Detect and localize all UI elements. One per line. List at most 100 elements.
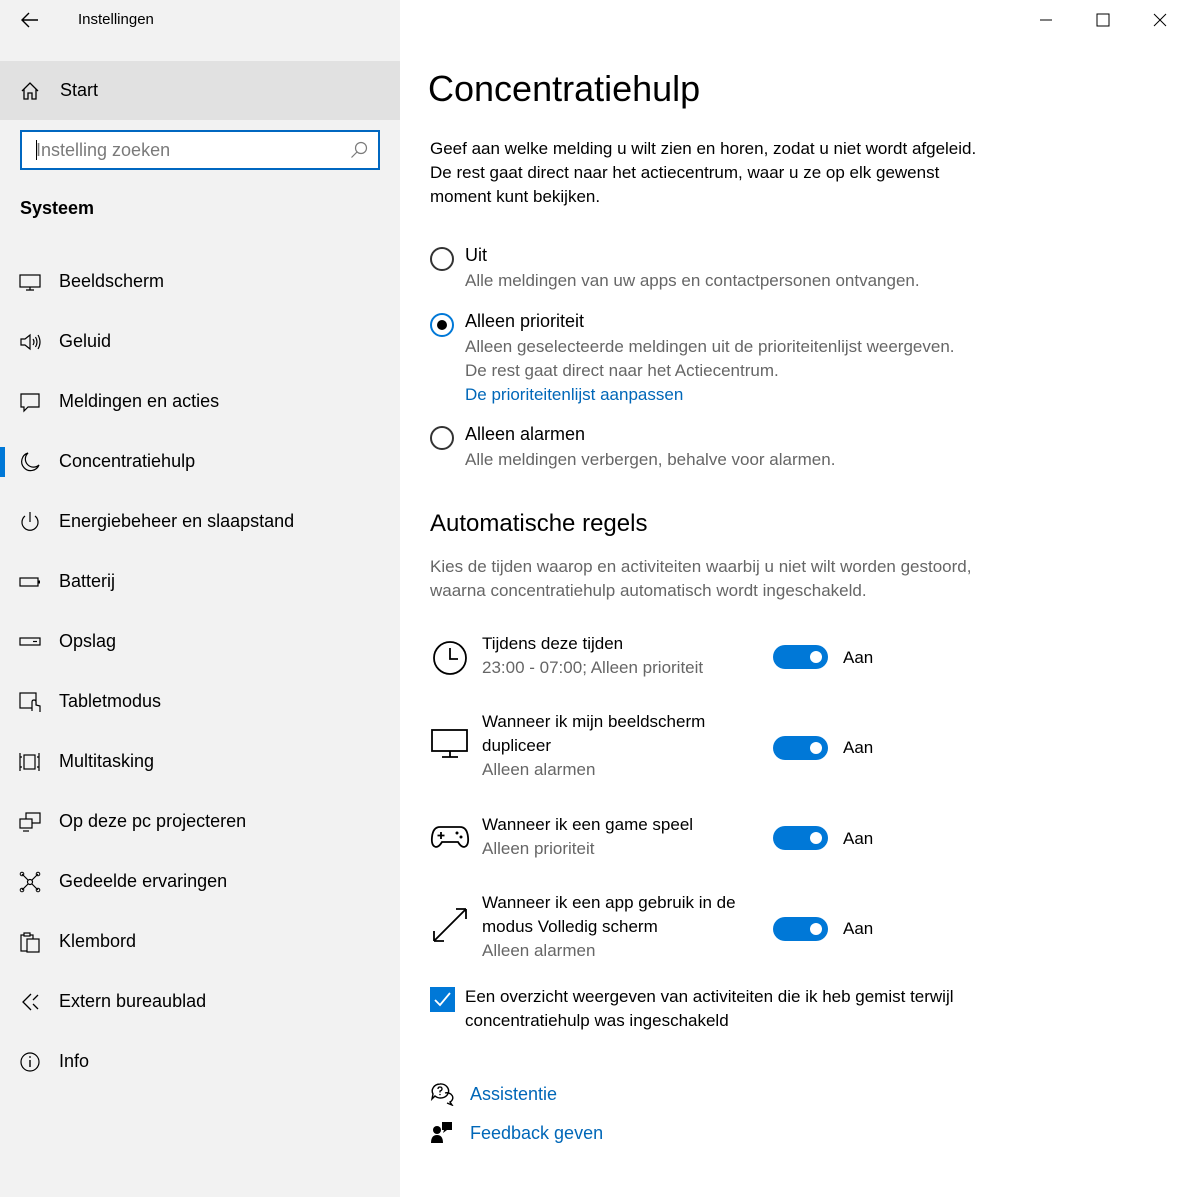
toggle-state-label: Aan: [843, 738, 874, 757]
rule-title: Wanneer ik een game speel: [482, 815, 694, 834]
sidebar-item-gedeelde-ervaringen[interactable]: Gedeelde ervaringen: [0, 852, 400, 912]
rule-row-gaming[interactable]: Wanneer ik een game speel Alleen priorit…: [430, 813, 1170, 863]
sidebar-item-multitasking[interactable]: Multitasking: [0, 732, 400, 792]
rule-subtitle: Alleen alarmen: [482, 941, 596, 960]
feedback-link-label: Feedback geven: [470, 1123, 604, 1143]
tablet-icon: [19, 692, 41, 712]
rule-subtitle: Alleen alarmen: [482, 760, 596, 779]
sidebar-item-label: Extern bureaublad: [59, 991, 207, 1011]
radio-label: Alleen prioriteit: [465, 311, 585, 331]
rules-heading: Automatische regels: [430, 510, 648, 537]
active-indicator: [0, 447, 5, 477]
toggle-state-label: Aan: [843, 829, 874, 848]
search-input[interactable]: [22, 132, 356, 168]
multitasking-icon: [19, 753, 40, 771]
speaker-icon: [20, 333, 41, 351]
help-link-label: Assistentie: [470, 1084, 558, 1104]
radio-description-line2: De rest gaat direct naar het Actiecentru…: [465, 361, 779, 380]
home-nav-item[interactable]: Start: [0, 61, 400, 120]
sidebar-item-label: Batterij: [59, 571, 116, 591]
sidebar-nav: Beeldscherm Geluid Meldingen en acties C…: [0, 252, 400, 1092]
sidebar: Instellingen Start Systeem Beeldscher: [0, 0, 400, 1197]
clipboard-icon: [20, 932, 40, 953]
rule-toggle[interactable]: [773, 736, 828, 760]
rule-title: Wanneer ik een app gebruik in de modus V…: [482, 893, 736, 936]
fullscreen-icon: [433, 908, 467, 942]
radio-button[interactable]: [430, 426, 454, 450]
help-link[interactable]: Assistentie: [430, 1082, 730, 1108]
radio-option-alleen-prioriteit[interactable]: Alleen prioriteit Alleen geselecteerde m…: [430, 311, 1050, 408]
rule-row-times[interactable]: Tijdens deze tijden 23:00 - 07:00; Allee…: [430, 632, 1170, 682]
sidebar-item-label: Meldingen en acties: [59, 391, 220, 411]
notification-icon: [20, 393, 40, 413]
rules-description: Kies de tijden waarop en activiteiten wa…: [430, 557, 972, 600]
feedback-icon: [431, 1122, 452, 1143]
gamepad-icon: [430, 826, 470, 848]
radio-button[interactable]: [430, 247, 454, 271]
summary-checkbox[interactable]: [430, 987, 455, 1012]
sidebar-item-info[interactable]: Info: [0, 1032, 400, 1092]
sidebar-item-extern-bureaublad[interactable]: Extern bureaublad: [0, 972, 400, 1032]
settings-window: Instellingen Start Systeem Beeldscher: [0, 0, 1189, 1197]
rule-subtitle: 23:00 - 07:00; Alleen prioriteit: [482, 658, 704, 677]
app-title: Instellingen: [78, 11, 154, 28]
section-label: Systeem: [20, 198, 95, 218]
sidebar-item-label: Energiebeheer en slaapstand: [59, 511, 295, 531]
sidebar-item-projecteren[interactable]: Op deze pc projecteren: [0, 792, 400, 852]
rule-toggle[interactable]: [773, 826, 828, 850]
project-icon: [19, 812, 41, 832]
radio-description: Alleen geselecteerde meldingen uit de pr…: [465, 337, 955, 356]
summary-checkbox-row[interactable]: Een overzicht weergeven van activiteiten…: [430, 985, 1050, 1035]
radio-option-alleen-alarmen[interactable]: Alleen alarmen Alle meldingen verbergen,…: [430, 424, 1050, 476]
rule-toggle[interactable]: [773, 645, 828, 669]
rule-toggle[interactable]: [773, 917, 828, 941]
sidebar-item-geluid[interactable]: Geluid: [0, 312, 400, 372]
sidebar-item-energiebeheer[interactable]: Energiebeheer en slaapstand: [0, 492, 400, 552]
sidebar-item-tabletmodus[interactable]: Tabletmodus: [0, 672, 400, 732]
sidebar-item-opslag[interactable]: Opslag: [0, 612, 400, 672]
moon-icon: [21, 452, 40, 472]
sidebar-item-label: Beeldscherm: [59, 271, 165, 291]
rule-row-duplicate-display[interactable]: Wanneer ik mijn beeldscherm dupliceer Al…: [430, 710, 1170, 782]
sidebar-item-label: Op deze pc projecteren: [59, 811, 247, 831]
radio-label: Alleen alarmen: [465, 424, 586, 444]
feedback-link[interactable]: Feedback geven: [430, 1121, 730, 1147]
radio-button-selected[interactable]: [430, 313, 454, 337]
shared-icon: [19, 871, 41, 893]
sidebar-item-beeldscherm[interactable]: Beeldscherm: [0, 252, 400, 312]
sidebar-item-label: Gedeelde ervaringen: [59, 871, 228, 891]
rule-title: Wanneer ik mijn beeldscherm dupliceer: [482, 712, 706, 755]
sidebar-item-label: Geluid: [59, 331, 112, 351]
monitor-icon: [19, 274, 41, 291]
remote-desktop-icon: [22, 993, 39, 1011]
sidebar-item-meldingen[interactable]: Meldingen en acties: [0, 372, 400, 432]
rule-title: Tijdens deze tijden: [482, 634, 624, 653]
toggle-state-label: Aan: [843, 648, 874, 667]
summary-checkbox-label: Een overzicht weergeven van activiteiten…: [465, 987, 954, 1030]
edit-priority-list-link[interactable]: De prioriteitenlijst aanpassen: [465, 383, 683, 407]
text-caret: [36, 140, 37, 160]
rule-row-fullscreen[interactable]: Wanneer ik een app gebruik in de modus V…: [430, 891, 1170, 963]
sidebar-item-batterij[interactable]: Batterij: [0, 552, 400, 612]
back-button[interactable]: [14, 4, 46, 36]
help-chat-icon: [430, 1083, 454, 1106]
page-title: Concentratiehulp: [428, 68, 701, 109]
search-box[interactable]: [20, 130, 380, 170]
sidebar-item-label: Tabletmodus: [59, 691, 162, 711]
sidebar-item-concentratiehulp[interactable]: Concentratiehulp: [0, 432, 400, 492]
search-icon[interactable]: [350, 141, 368, 159]
power-icon: [21, 512, 39, 531]
sidebar-item-label: Klembord: [59, 931, 137, 951]
sidebar-item-label: Opslag: [59, 631, 117, 651]
sidebar-item-klembord[interactable]: Klembord: [0, 912, 400, 972]
clock-icon: [433, 641, 467, 675]
back-arrow-icon: [21, 12, 38, 28]
radio-option-uit[interactable]: Uit Alle meldingen van uw apps en contac…: [430, 245, 1050, 297]
main-content: Concentratiehulp Geef aan welke melding …: [428, 0, 1170, 1197]
radio-description: Alle meldingen verbergen, behalve voor a…: [465, 450, 836, 469]
intro-text: Geef aan welke melding u wilt zien en ho…: [430, 139, 977, 206]
home-icon: [21, 82, 39, 100]
info-icon: [20, 1052, 40, 1072]
radio-description: Alle meldingen van uw apps en contactper…: [465, 271, 920, 290]
home-label: Start: [60, 80, 99, 100]
